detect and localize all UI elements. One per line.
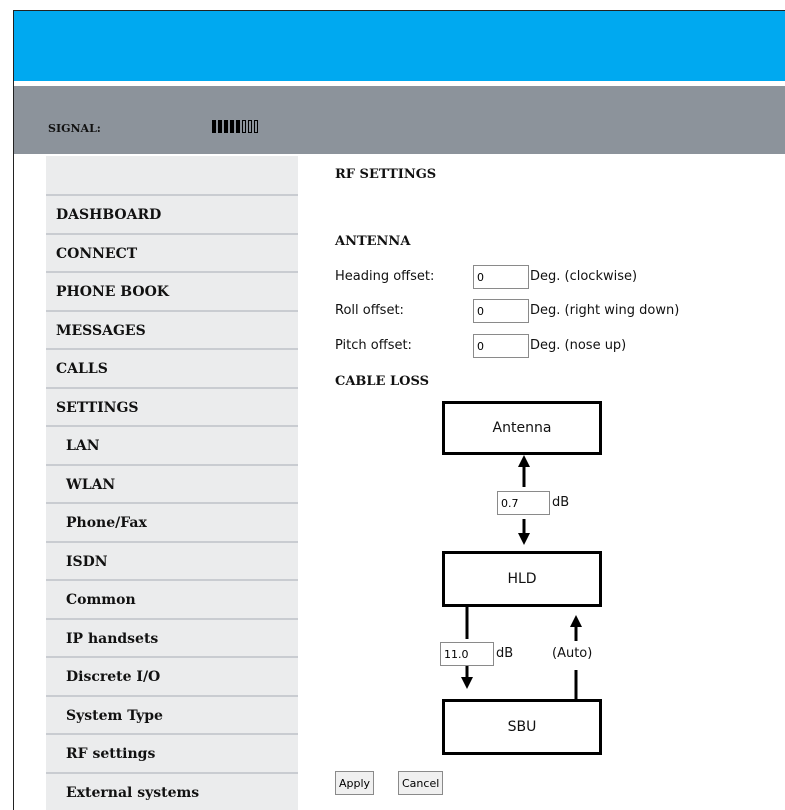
auto-label: (Auto)	[552, 646, 593, 661]
arrow-up-hld-icon	[570, 615, 582, 627]
hld-sbu-loss-unit: dB	[496, 646, 514, 661]
antenna-hld-loss-unit: dB	[552, 495, 570, 510]
hld-box-label: HLD	[507, 571, 537, 587]
sbu-box-label: SBU	[507, 719, 537, 735]
cancel-button[interactable]: Cancel	[398, 771, 444, 795]
sbu-box: SBU	[442, 699, 602, 755]
arrow-up-antenna-icon	[518, 455, 530, 467]
hld-box: HLD	[442, 551, 602, 607]
antenna-hld-loss-input[interactable]	[497, 491, 550, 515]
arrow-down-sbu-icon	[461, 677, 473, 689]
app-frame: SIGNAL: DASHBOARD CONNECT PHONE BOOK MESSAG…	[13, 10, 785, 810]
arrow-down-hld-icon	[518, 533, 530, 545]
hld-sbu-loss-input[interactable]	[440, 642, 494, 666]
cable-loss-diagram	[461, 455, 582, 699]
apply-button[interactable]: Apply	[335, 771, 375, 795]
antenna-box: Antenna	[442, 401, 602, 455]
antenna-box-label: Antenna	[492, 420, 552, 436]
